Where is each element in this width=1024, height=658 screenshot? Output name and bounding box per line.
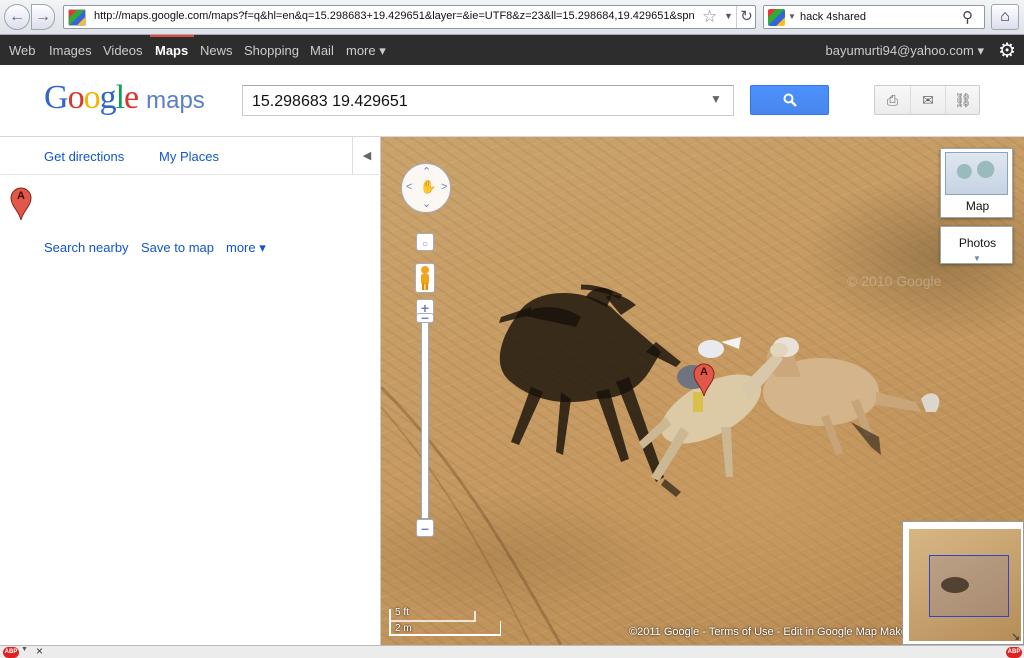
home-button[interactable]: ⌂ bbox=[991, 4, 1019, 30]
gbar-videos[interactable]: Videos bbox=[103, 43, 143, 58]
adblock-status-icon[interactable]: ABP bbox=[1006, 647, 1022, 658]
home-icon: ⌂ bbox=[1000, 8, 1010, 25]
email-button[interactable]: ✉ bbox=[910, 86, 945, 114]
map-tools: ⎙ ✉ ⛓ bbox=[874, 85, 980, 115]
search-icon bbox=[783, 93, 797, 107]
my-places-link[interactable]: My Places bbox=[159, 149, 219, 164]
browser-search-input[interactable]: hack 4shared bbox=[800, 11, 866, 23]
street-view-pegman[interactable] bbox=[415, 263, 435, 293]
overview-map[interactable]: ↘ bbox=[902, 521, 1024, 645]
overview-map-image bbox=[909, 529, 1021, 641]
active-tab-indicator bbox=[150, 35, 194, 37]
search-engine-icon[interactable] bbox=[768, 9, 785, 26]
zoom-slider[interactable] bbox=[421, 319, 429, 519]
google-maps-logo[interactable]: Google maps bbox=[44, 79, 205, 117]
gbar-mail[interactable]: Mail bbox=[310, 43, 334, 58]
map-type-photos-button[interactable]: Photos ▼ bbox=[940, 226, 1013, 264]
pan-down-icon[interactable]: ⌄ bbox=[422, 197, 431, 210]
get-directions-link[interactable]: Get directions bbox=[44, 149, 124, 164]
print-button[interactable]: ⎙ bbox=[875, 86, 910, 114]
search-nearby-link[interactable]: Search nearby bbox=[44, 240, 129, 255]
browser-toolbar: ← → http://maps.google.com/maps?f=q&hl=e… bbox=[0, 0, 1024, 35]
printer-icon: ⎙ bbox=[886, 92, 899, 108]
gbar-shopping[interactable]: Shopping bbox=[244, 43, 299, 58]
zoom-out-button[interactable]: – bbox=[416, 519, 434, 537]
map-marker-a[interactable]: A bbox=[693, 363, 715, 397]
scale-feet-label: 5 ft bbox=[395, 607, 409, 618]
search-icon[interactable]: ⚲ bbox=[962, 8, 973, 26]
chevron-down-icon[interactable]: ▼ bbox=[710, 92, 722, 106]
panel-links: Get directions My Places bbox=[0, 137, 352, 175]
gbar-news[interactable]: News bbox=[200, 43, 233, 58]
overview-camel-shadow bbox=[941, 577, 969, 593]
minus-icon: – bbox=[421, 520, 429, 536]
url-dropdown-icon[interactable]: ▼ bbox=[724, 11, 733, 21]
adblock-icon[interactable]: ABP bbox=[3, 647, 19, 658]
maps-search-input[interactable]: 15.298683 19.429651 ▼ bbox=[242, 85, 734, 116]
pan-right-icon[interactable]: > bbox=[441, 181, 447, 193]
account-menu[interactable]: bayumurti94@yahoo.com ▾ bbox=[826, 43, 984, 59]
rotate-button[interactable]: ○ bbox=[416, 233, 434, 251]
browser-status-bar: ABP ▼ × ABP bbox=[0, 644, 1024, 658]
google-logo-text: Google bbox=[44, 79, 139, 116]
map-watermark: © 2010 Google bbox=[847, 273, 942, 289]
forward-arrow-icon: → bbox=[35, 8, 51, 25]
search-button[interactable] bbox=[750, 85, 829, 115]
maps-logo-text: maps bbox=[146, 87, 205, 114]
reload-icon[interactable]: ↻ bbox=[736, 6, 756, 28]
map-type-map-button[interactable]: Map bbox=[940, 148, 1013, 218]
url-bar[interactable]: http://maps.google.com/maps?f=q&hl=en&q=… bbox=[63, 5, 756, 29]
chevron-down-icon[interactable]: ▼ bbox=[973, 254, 981, 263]
url-text[interactable]: http://maps.google.com/maps?f=q&hl=en&q=… bbox=[94, 10, 694, 22]
gbar-web[interactable]: Web bbox=[9, 43, 36, 58]
maps-header: Google maps 15.298683 19.429651 ▼ ⎙ ✉ ⛓ bbox=[0, 65, 1024, 137]
hand-icon[interactable]: ✋ bbox=[420, 179, 436, 195]
gbar-images[interactable]: Images bbox=[49, 43, 92, 58]
forward-button[interactable]: → bbox=[31, 4, 55, 30]
minus-handle-icon: – bbox=[421, 309, 429, 325]
envelope-icon: ✉ bbox=[922, 92, 934, 108]
bookmark-star-icon[interactable]: ☆ bbox=[702, 7, 717, 27]
collapse-panel-button[interactable]: ◀ bbox=[352, 137, 381, 175]
map-type-map-label: Map bbox=[965, 199, 990, 213]
gear-icon[interactable]: ⚙ bbox=[998, 38, 1016, 63]
browser-window: ← → http://maps.google.com/maps?f=q&hl=e… bbox=[0, 0, 1024, 658]
browser-search-box[interactable]: ▼ hack 4shared ⚲ bbox=[763, 5, 985, 29]
pegman-icon bbox=[421, 266, 429, 290]
circle-icon: ○ bbox=[421, 239, 429, 250]
scale-meters-label: 2 m bbox=[395, 623, 412, 634]
link-button[interactable]: ⛓ bbox=[945, 86, 980, 114]
save-to-map-link[interactable]: Save to map bbox=[141, 240, 214, 255]
triangle-left-icon: ◀ bbox=[362, 150, 372, 162]
pan-control[interactable]: ⌃ ⌄ < > ✋ bbox=[401, 163, 451, 213]
marker-label: A bbox=[17, 190, 25, 202]
abp-dropdown-icon[interactable]: ▼ bbox=[21, 646, 28, 653]
map-attribution[interactable]: ©2011 Google - Terms of Use - Edit in Go… bbox=[629, 626, 911, 638]
map-canvas[interactable]: © 2010 Google ⌃ ⌄ < > ✋ ○ + – – Map Phot… bbox=[381, 137, 1024, 645]
search-engine-dropdown-icon[interactable]: ▼ bbox=[788, 12, 796, 21]
gbar-maps[interactable]: Maps bbox=[155, 43, 188, 58]
gbar-more[interactable]: more ▾ bbox=[346, 43, 386, 59]
google-favicon-icon bbox=[68, 9, 86, 26]
left-panel: Get directions My Places ◀ A Search near… bbox=[0, 137, 381, 645]
map-scale: 5 ft 2 m bbox=[389, 607, 501, 637]
resize-arrow-icon[interactable]: ↘ bbox=[1011, 630, 1020, 643]
world-thumbnail-icon bbox=[945, 152, 1008, 195]
map-marker-label: A bbox=[700, 366, 708, 378]
google-bar: Web Images Videos Maps News Shopping Mai… bbox=[0, 35, 1024, 65]
link-icon: ⛓ bbox=[954, 92, 972, 108]
result-marker[interactable]: A bbox=[10, 187, 32, 221]
zoom-slider-handle[interactable]: – bbox=[416, 310, 434, 324]
close-icon[interactable]: × bbox=[36, 644, 43, 658]
pan-up-icon[interactable]: ⌃ bbox=[422, 165, 431, 178]
more-link[interactable]: more ▾ bbox=[226, 240, 266, 256]
map-type-photos-label: Photos bbox=[958, 236, 997, 250]
back-arrow-icon: ← bbox=[9, 8, 25, 25]
pan-left-icon[interactable]: < bbox=[406, 181, 412, 193]
maps-search-text[interactable]: 15.298683 19.429651 bbox=[252, 93, 408, 111]
back-button[interactable]: ← bbox=[4, 4, 30, 30]
